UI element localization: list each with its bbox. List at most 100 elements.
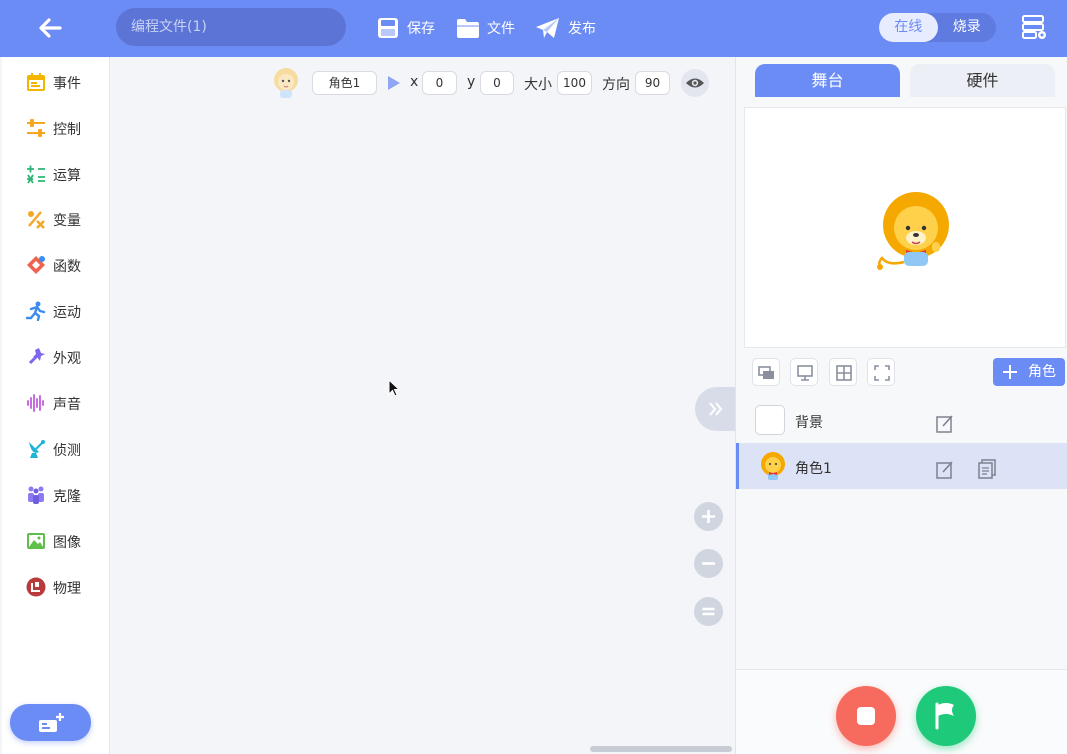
category-control[interactable]: 控制 <box>2 108 110 148</box>
list-item-name: 背景 <box>795 415 823 431</box>
presentation-mode-button[interactable] <box>790 358 818 386</box>
lion-thumbnail <box>761 452 785 480</box>
sensing-icon <box>29 440 45 458</box>
category-label: 克隆 <box>53 489 81 505</box>
run-button[interactable] <box>916 686 976 746</box>
expand-panel-button[interactable] <box>695 387 735 431</box>
clone-icon <box>28 486 44 504</box>
device-settings-icon[interactable] <box>1022 14 1048 40</box>
zoom-reset-button[interactable] <box>694 597 723 626</box>
category-physics[interactable]: 物理 <box>2 567 110 607</box>
fullscreen-button[interactable] <box>867 358 895 386</box>
x-field[interactable]: 0 <box>422 71 457 95</box>
add-extension-button[interactable] <box>10 704 91 741</box>
double-chevron-right-icon <box>709 402 723 416</box>
category-label: 侦测 <box>53 443 81 459</box>
file-button[interactable]: 文件 <box>456 14 515 42</box>
folder-icon <box>457 19 479 38</box>
edit-icon[interactable] <box>935 414 955 434</box>
zoom-in-button[interactable] <box>694 502 723 531</box>
category-label: 物理 <box>53 581 81 597</box>
monitor-icon <box>797 365 813 381</box>
control-icon <box>27 119 45 137</box>
edit-icon[interactable] <box>935 460 955 480</box>
tab-stage[interactable]: 舞台 <box>755 64 900 97</box>
horizontal-scrollbar[interactable] <box>590 746 732 752</box>
back-arrow-icon[interactable] <box>34 13 66 43</box>
category-looks[interactable]: 外观 <box>2 337 110 377</box>
tab-hardware[interactable]: 硬件 <box>910 64 1055 97</box>
file-label: 文件 <box>487 21 515 37</box>
small-stage-icon <box>758 366 774 379</box>
category-label: 函数 <box>53 259 81 275</box>
category-label: 事件 <box>53 76 81 92</box>
x-label: x <box>410 74 419 90</box>
direction-label: 方向 <box>602 77 630 93</box>
operator-icon <box>27 165 45 184</box>
list-item-role1[interactable]: 角色1 <box>736 443 1067 489</box>
list-item-name: 角色1 <box>795 461 832 477</box>
mode-burn[interactable]: 烧录 <box>938 13 997 42</box>
plus-icon <box>1003 365 1017 379</box>
add-role-button[interactable]: 角色 <box>993 358 1065 386</box>
category-operator[interactable]: 运算 <box>2 154 110 194</box>
minus-icon <box>702 562 715 565</box>
stop-button[interactable] <box>836 686 896 746</box>
category-image[interactable]: 图像 <box>2 521 110 561</box>
size-label: 大小 <box>524 77 552 93</box>
image-icon <box>27 533 45 549</box>
grid-toggle-button[interactable] <box>829 358 857 386</box>
category-label: 运算 <box>53 168 81 184</box>
top-bar: 编程文件(1) 保存 文件 发布 在线 烧录 <box>0 0 1067 57</box>
stop-icon <box>857 707 875 725</box>
block-category-sidebar: 事件 控制 运算 变量 函数 运动 外观 声音 侦测 克隆 图像 物理 <box>2 57 110 754</box>
zoom-out-button[interactable] <box>694 549 723 578</box>
y-label: y <box>467 74 476 90</box>
sprite-play-icon[interactable] <box>388 76 400 90</box>
category-variable[interactable]: 变量 <box>2 199 110 239</box>
publish-button[interactable]: 发布 <box>535 14 596 42</box>
eye-icon <box>686 78 704 88</box>
visibility-toggle[interactable] <box>681 69 709 97</box>
add-extension-icon <box>39 713 64 732</box>
lion-sprite[interactable] <box>876 190 952 272</box>
category-sound[interactable]: 声音 <box>2 383 110 423</box>
category-function[interactable]: 函数 <box>2 245 110 285</box>
sprite-name-field[interactable]: 角色1 <box>312 71 377 95</box>
category-motion[interactable]: 运动 <box>2 291 110 331</box>
mode-toggle[interactable]: 在线 烧录 <box>879 13 996 42</box>
background-thumbnail <box>755 405 785 435</box>
fullscreen-icon <box>874 365 890 381</box>
function-icon <box>27 256 45 274</box>
category-label: 声音 <box>53 397 81 413</box>
paper-plane-icon <box>536 18 559 38</box>
mouse-cursor-icon <box>388 379 400 397</box>
direction-field[interactable]: 90 <box>635 71 670 95</box>
y-field[interactable]: 0 <box>480 71 514 95</box>
grid-icon <box>836 365 852 381</box>
save-button[interactable]: 保存 <box>376 14 435 42</box>
publish-label: 发布 <box>568 21 596 37</box>
flag-icon <box>935 702 954 730</box>
equals-icon <box>702 607 715 616</box>
category-clone[interactable]: 克隆 <box>2 475 110 515</box>
code-workspace[interactable] <box>110 57 735 754</box>
save-label: 保存 <box>407 21 435 37</box>
category-event[interactable]: 事件 <box>2 62 110 102</box>
category-sensing[interactable]: 侦测 <box>2 429 110 469</box>
mode-online[interactable]: 在线 <box>879 13 938 42</box>
stage-canvas[interactable] <box>744 107 1066 348</box>
save-icon <box>378 18 398 38</box>
copy-icon[interactable] <box>977 459 997 479</box>
category-label: 运动 <box>53 305 81 321</box>
plus-icon <box>702 510 715 523</box>
event-icon <box>27 73 45 91</box>
small-stage-button[interactable] <box>752 358 780 386</box>
looks-icon <box>28 348 45 365</box>
list-item-background[interactable]: 背景 <box>736 397 1067 443</box>
size-field[interactable]: 100 <box>557 71 592 95</box>
filename-input[interactable]: 编程文件(1) <box>116 8 346 46</box>
variable-icon <box>28 211 45 229</box>
motion-icon <box>26 301 46 321</box>
run-controls-area <box>736 669 1067 754</box>
